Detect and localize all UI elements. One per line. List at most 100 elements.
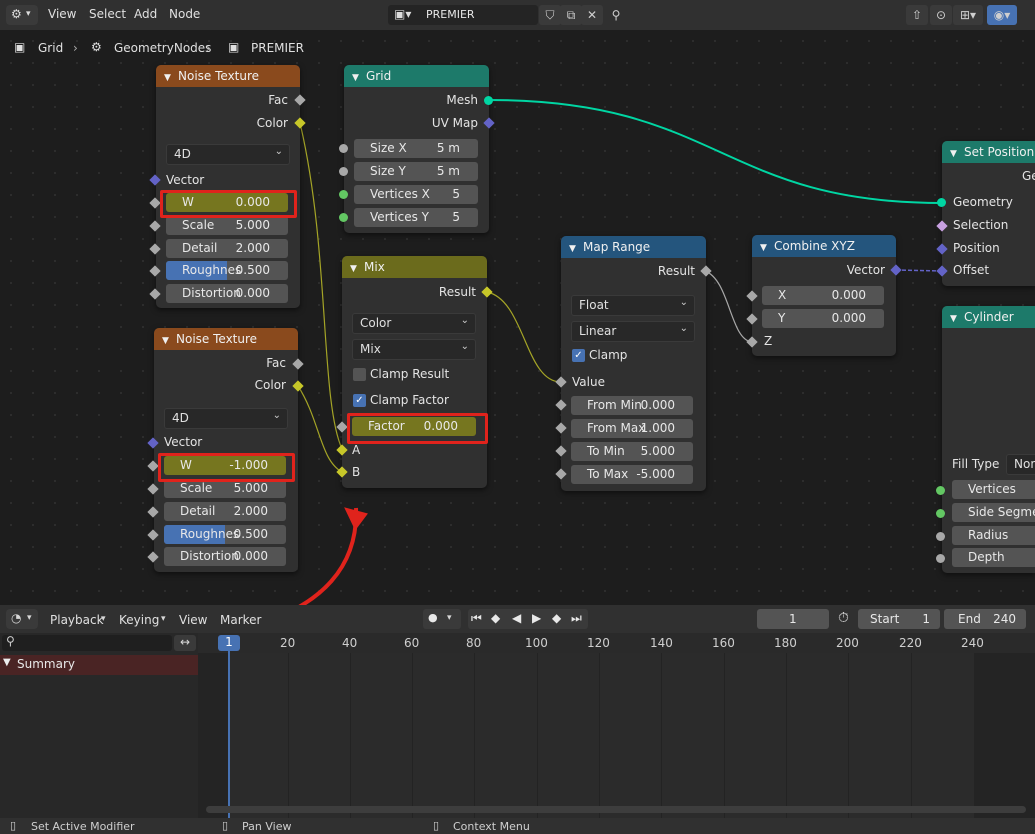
node-header[interactable]: ▼ Set Position xyxy=(942,141,1035,163)
auto-keying-button[interactable]: ● ▾ xyxy=(423,609,461,629)
field-vertices-y[interactable]: Vertices Y5 xyxy=(354,208,478,227)
mouse-left-icon: ▯ xyxy=(10,819,17,832)
jump-start-icon[interactable]: ⏮ xyxy=(471,611,482,626)
field-detail[interactable]: Detail 2.000 xyxy=(164,502,286,521)
field-from-max[interactable]: From Max 1.000 xyxy=(571,419,693,438)
field-depth[interactable]: Depth4 xyxy=(952,548,1035,567)
chevron-down-icon: ⌄ xyxy=(272,410,281,421)
node-header[interactable]: ▼ Map Range xyxy=(561,236,706,258)
socket-verticesy-in[interactable] xyxy=(339,213,348,222)
interpolation-dropdown[interactable]: Linear ⌄ xyxy=(571,321,695,342)
channel-search-input[interactable]: ⚲ xyxy=(2,634,172,651)
field-size-y[interactable]: Size Y5 m xyxy=(354,162,478,181)
dimensions-dropdown[interactable]: 4D ⌄ xyxy=(166,144,290,165)
collapse-chevron-icon[interactable]: ▼ xyxy=(950,143,964,163)
field-roughness[interactable]: Roughnes 0.500 xyxy=(166,261,288,280)
jump-end-icon[interactable]: ⏭ xyxy=(571,611,582,626)
end-frame-field[interactable]: End 240 xyxy=(944,609,1026,629)
input-position-label: Position xyxy=(953,241,1000,255)
node-grid[interactable]: ▼ Grid Mesh UV Map Size X5 m Size Y5 m Ve… xyxy=(344,65,489,233)
menu-playback[interactable]: Playback xyxy=(50,613,104,627)
output-geometry-label: Ge xyxy=(1022,169,1035,183)
horizontal-scrollbar[interactable] xyxy=(206,806,1026,813)
field-vertices-x[interactable]: Vertices X5 xyxy=(354,185,478,204)
data-type-dropdown[interactable]: Color ⌄ xyxy=(352,313,476,334)
socket-vertices-in[interactable] xyxy=(936,486,945,495)
collapse-chevron-icon[interactable]: ▼ xyxy=(164,67,178,87)
dimensions-dropdown[interactable]: 4D ⌄ xyxy=(164,408,288,429)
field-distortion[interactable]: Distortion 0.000 xyxy=(166,284,288,303)
collapse-triangle-icon[interactable]: ▼ xyxy=(3,657,11,668)
menu-marker[interactable]: Marker xyxy=(220,613,261,627)
field-size-x[interactable]: Size X5 m xyxy=(354,139,478,158)
record-icon: ● xyxy=(428,611,438,624)
timeline-body[interactable] xyxy=(198,653,1035,818)
node-cylinder[interactable]: ▼ Cylinder Fill Type Non Vertices Side Se… xyxy=(942,306,1035,573)
field-radius[interactable]: Radius0 xyxy=(952,526,1035,545)
node-mix[interactable]: ▼ Mix Result Color ⌄ Mix ⌄ Clamp Result ✓ C… xyxy=(342,256,487,488)
field-distortion[interactable]: Distortion 0.000 xyxy=(164,547,286,566)
node-header[interactable]: ▼ Combine XYZ xyxy=(752,235,896,257)
play-icon[interactable]: ▶ xyxy=(532,611,541,625)
field-y[interactable]: Y 0.000 xyxy=(762,309,884,328)
clamp-factor-checkbox[interactable]: ✓ xyxy=(353,394,366,407)
collapse-chevron-icon[interactable]: ▼ xyxy=(350,258,364,278)
field-detail[interactable]: Detail 2.000 xyxy=(166,239,288,258)
clamp-checkbox[interactable]: ✓ xyxy=(572,349,585,362)
menu-view[interactable]: View xyxy=(179,613,207,627)
socket-depth-in[interactable] xyxy=(936,554,945,563)
field-from-min[interactable]: From Min 0.000 xyxy=(571,396,693,415)
timeline-editor-type-button[interactable]: ◔ ▾ xyxy=(6,609,38,629)
playhead-line[interactable] xyxy=(228,651,230,818)
collapse-chevron-icon[interactable]: ▼ xyxy=(950,308,964,328)
socket-radius-in[interactable] xyxy=(936,532,945,541)
node-noise-texture-1[interactable]: ▼ Noise Texture Fac Color 4D ⌄ Vector W 0.0… xyxy=(156,65,300,308)
socket-verticesx-in[interactable] xyxy=(339,190,348,199)
node-combine-xyz[interactable]: ▼ Combine XYZ Vector X 0.000 Y 0.000 Z xyxy=(752,235,896,356)
field-x[interactable]: X 0.000 xyxy=(762,286,884,305)
collapse-chevron-icon[interactable]: ▼ xyxy=(352,67,366,87)
field-to-min[interactable]: To Min 5.000 xyxy=(571,442,693,461)
node-set-position[interactable]: ▼ Set Position Ge Geometry Selection Posi… xyxy=(942,141,1035,286)
clamp-result-checkbox[interactable] xyxy=(353,368,366,381)
node-header[interactable]: ▼ Mix xyxy=(342,256,487,278)
collapse-chevron-icon[interactable]: ▼ xyxy=(760,237,774,257)
node-noise-texture-2[interactable]: ▼ Noise Texture Fac Color 4D ⌄ Vector W -1.… xyxy=(154,328,298,572)
menu-keying[interactable]: Keying xyxy=(119,613,159,627)
node-map-range[interactable]: ▼ Map Range Result Float ⌄ Linear ⌄ ✓ Clamp… xyxy=(561,236,706,491)
grid-line xyxy=(350,653,351,818)
node-header[interactable]: ▼ Cylinder xyxy=(942,306,1035,328)
output-mesh-label: Mesh xyxy=(446,93,478,107)
node-header[interactable]: ▼ Noise Texture xyxy=(154,328,298,350)
grid-line xyxy=(288,653,289,818)
ruler-tick: 40 xyxy=(342,636,358,650)
summary-channel[interactable]: ▼ Summary xyxy=(0,655,198,675)
swap-icon[interactable]: ↔ xyxy=(174,635,196,651)
playhead-frame-label[interactable]: 1 xyxy=(218,635,240,651)
node-header[interactable]: ▼ Grid xyxy=(344,65,489,87)
start-frame-field[interactable]: Start 1 xyxy=(858,609,940,629)
socket-geometry-in[interactable] xyxy=(937,198,946,207)
stopwatch-icon[interactable]: ⏱ xyxy=(838,610,849,626)
data-type-dropdown[interactable]: Float ⌄ xyxy=(571,295,695,316)
socket-sizey-in[interactable] xyxy=(339,167,348,176)
collapse-chevron-icon[interactable]: ▼ xyxy=(569,238,583,258)
play-reverse-icon[interactable]: ◀ xyxy=(512,611,521,625)
socket-mesh-out[interactable] xyxy=(484,96,493,105)
field-to-max[interactable]: To Max -5.000 xyxy=(571,465,693,484)
field-vertices[interactable]: Vertices xyxy=(952,480,1035,499)
blend-mode-dropdown[interactable]: Mix ⌄ xyxy=(352,339,476,360)
prev-keyframe-icon[interactable]: ◆ xyxy=(491,611,500,625)
socket-side-segments-in[interactable] xyxy=(936,509,945,518)
next-keyframe-icon[interactable]: ◆ xyxy=(552,611,561,625)
output-vector-label: Vector xyxy=(846,263,885,277)
field-scale[interactable]: Scale 5.000 xyxy=(166,216,288,235)
collapse-chevron-icon[interactable]: ▼ xyxy=(162,330,176,350)
current-frame-field[interactable]: 1 xyxy=(757,609,829,629)
socket-sizex-in[interactable] xyxy=(339,144,348,153)
fill-type-dropdown[interactable]: Non xyxy=(1006,454,1035,475)
field-roughness[interactable]: Roughnes 0.500 xyxy=(164,525,286,544)
field-side-segments[interactable]: Side Segmen xyxy=(952,503,1035,522)
node-header[interactable]: ▼ Noise Texture xyxy=(156,65,300,87)
annotation-highlight-w2 xyxy=(158,453,295,482)
